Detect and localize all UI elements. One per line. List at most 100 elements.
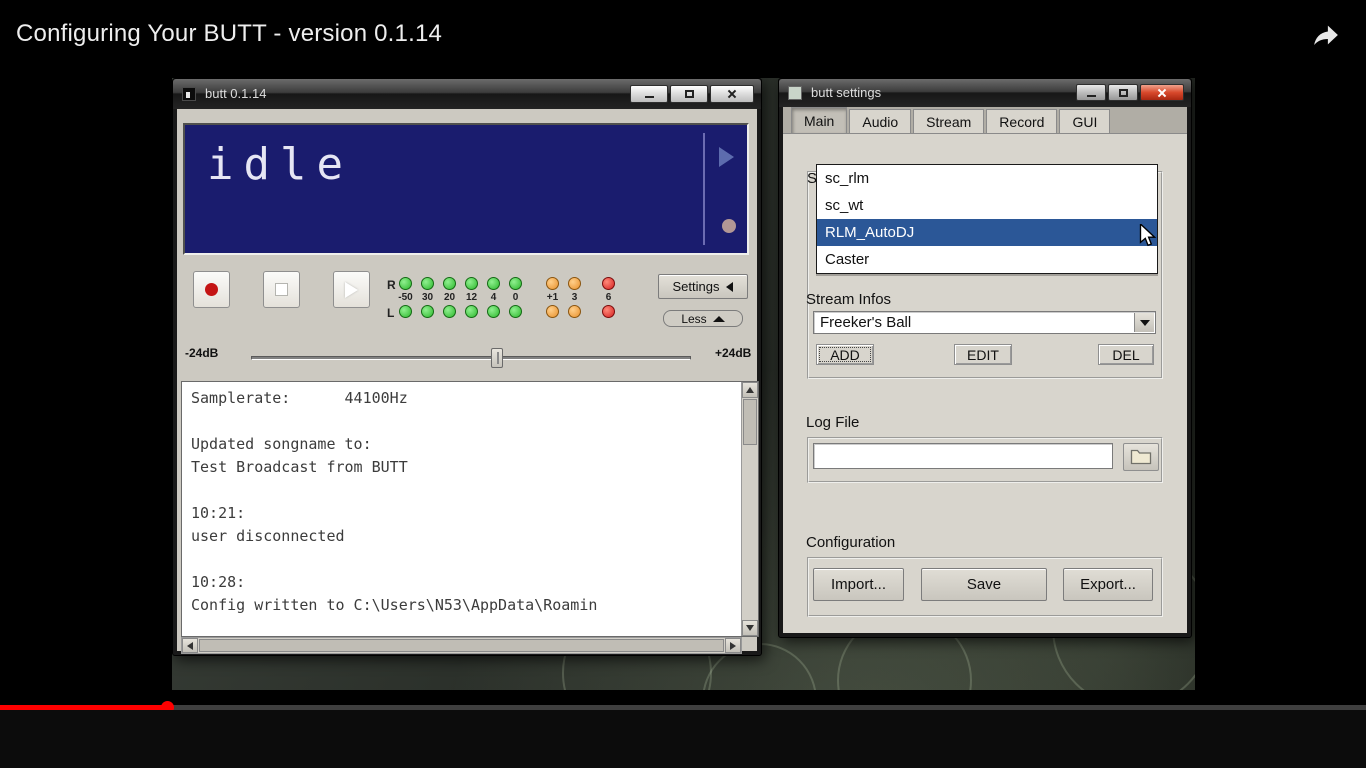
minimize-icon — [1086, 94, 1096, 97]
scroll-down-button[interactable] — [742, 620, 758, 636]
meter-led-red — [602, 277, 615, 290]
display-expand-arrow-icon[interactable] — [719, 147, 734, 167]
gain-slider-handle[interactable] — [491, 348, 503, 368]
butt-window-title: butt 0.1.14 — [205, 86, 267, 101]
list-item-selected[interactable]: RLM_AutoDJ — [817, 219, 1157, 246]
server-dropdown-list: sc_rlm sc_wt RLM_AutoDJ Caster — [816, 164, 1158, 274]
stop-button[interactable] — [263, 271, 300, 308]
minimize-button[interactable] — [630, 85, 668, 103]
vertical-scroll-thumb[interactable] — [743, 399, 757, 445]
log-file-input[interactable] — [813, 443, 1113, 469]
settings-toggle-button[interactable]: Settings — [658, 274, 748, 299]
tab-gui[interactable]: GUI — [1059, 109, 1111, 133]
save-button[interactable]: Save — [921, 568, 1047, 601]
log-output: Samplerate: 44100Hz Updated songname to:… — [181, 381, 759, 637]
chevron-up-icon — [712, 315, 725, 322]
butt-titlebar[interactable]: butt 0.1.14 — [173, 79, 761, 109]
list-item[interactable]: Caster — [817, 246, 1157, 273]
meter-scale-label: -50 — [398, 292, 413, 303]
stop-icon — [275, 283, 288, 296]
meter-led-orange — [568, 305, 581, 318]
arrow-down-icon — [746, 625, 754, 631]
meter-led-green — [421, 277, 434, 290]
tab-record[interactable]: Record — [986, 109, 1058, 133]
arrow-up-icon — [746, 387, 754, 393]
export-button[interactable]: Export... — [1063, 568, 1153, 601]
butt-window-body: idle R -50 30 20 12 4 0 +1 3 6 L Settings — [177, 109, 759, 654]
log-line: user disconnected — [191, 527, 345, 545]
meter-scale-label: +1 — [546, 292, 559, 303]
import-button[interactable]: Import... — [813, 568, 904, 601]
log-line: Samplerate: 44100Hz — [191, 389, 408, 407]
chevron-left-icon — [726, 281, 734, 292]
combobox-dropdown-button[interactable] — [1134, 313, 1154, 332]
meter-scale-label: 12 — [465, 292, 478, 303]
settings-main-panel: S sc_rlm sc_wt RLM_AutoDJ Caster Stream … — [783, 134, 1187, 633]
meter-led-orange — [546, 305, 559, 318]
gain-slider-track[interactable] — [251, 356, 691, 360]
scroll-right-button[interactable] — [725, 638, 741, 653]
butt-app-icon — [182, 87, 196, 101]
del-button[interactable]: DEL — [1098, 344, 1154, 365]
meter-left-label: L — [387, 306, 395, 320]
log-file-label: Log File — [806, 414, 860, 431]
meter-scale-label: 20 — [443, 292, 456, 303]
share-icon[interactable] — [1308, 20, 1344, 50]
add-button[interactable]: ADD — [816, 344, 874, 365]
close-button[interactable] — [1140, 84, 1184, 101]
minimize-button[interactable] — [1076, 84, 1106, 101]
browse-folder-button[interactable] — [1123, 443, 1159, 471]
gain-max-label: +24dB — [715, 346, 752, 360]
butt-main-window: butt 0.1.14 idle R -50 30 20 12 4 0 +1 3… — [172, 78, 762, 656]
display-indicator-dot — [722, 219, 736, 233]
meter-scale-label: 30 — [421, 292, 434, 303]
youtube-player: Configuring Your BUTT - version 0.1.14 b… — [0, 0, 1366, 768]
meter-led-green — [421, 305, 434, 318]
log-line: Config written to C:\Users\N53\AppData\R… — [191, 596, 598, 614]
settings-tabbar: Main Audio Stream Record GUI — [783, 107, 1187, 134]
stream-infos-combobox[interactable]: Freeker's Ball — [813, 311, 1156, 334]
stream-infos-value: Freeker's Ball — [820, 314, 912, 331]
tab-stream[interactable]: Stream — [913, 109, 985, 133]
meter-scale-label: 3 — [571, 292, 578, 303]
meter-led-green — [487, 305, 500, 318]
tab-main[interactable]: Main — [791, 107, 848, 133]
log-line: 10:21: — [191, 504, 246, 522]
list-item[interactable]: sc_wt — [817, 192, 1157, 219]
close-icon — [727, 89, 737, 99]
scroll-up-button[interactable] — [742, 382, 758, 398]
log-text: Samplerate: 44100Hz Updated songname to:… — [182, 382, 741, 636]
maximize-button[interactable] — [1108, 84, 1138, 101]
horizontal-scrollbar[interactable] — [181, 637, 742, 654]
meter-led-green — [487, 277, 500, 290]
settings-button-label: Settings — [672, 279, 720, 294]
butt-settings-window: butt settings Main Audio Stream Record G… — [778, 78, 1192, 638]
horizontal-scroll-thumb[interactable] — [199, 639, 724, 652]
vertical-scrollbar[interactable] — [741, 382, 758, 636]
folder-icon — [1130, 449, 1152, 465]
meter-right-label: R — [387, 278, 396, 292]
settings-titlebar[interactable]: butt settings — [779, 79, 1191, 107]
configuration-label: Configuration — [806, 534, 896, 551]
meter-led-green — [509, 305, 522, 318]
log-line: Test Broadcast from BUTT — [191, 458, 408, 476]
settings-app-icon — [788, 86, 802, 100]
close-button[interactable] — [710, 85, 754, 103]
maximize-button[interactable] — [670, 85, 708, 103]
edit-button[interactable]: EDIT — [954, 344, 1012, 365]
meter-scale-label: 4 — [490, 292, 497, 303]
tab-audio[interactable]: Audio — [849, 109, 912, 133]
gain-min-label: -24dB — [185, 346, 219, 360]
scroll-left-button[interactable] — [182, 638, 198, 653]
meter-led-green — [443, 305, 456, 318]
minimize-icon — [644, 96, 654, 98]
meter-scale-label: 0 — [512, 292, 519, 303]
meter-led-green — [443, 277, 456, 290]
record-button[interactable] — [193, 271, 230, 308]
play-button[interactable] — [333, 271, 370, 308]
meter-led-green — [399, 305, 412, 318]
arrow-left-icon — [187, 641, 193, 650]
less-button[interactable]: Less — [663, 310, 743, 327]
list-item[interactable]: sc_rlm — [817, 165, 1157, 192]
